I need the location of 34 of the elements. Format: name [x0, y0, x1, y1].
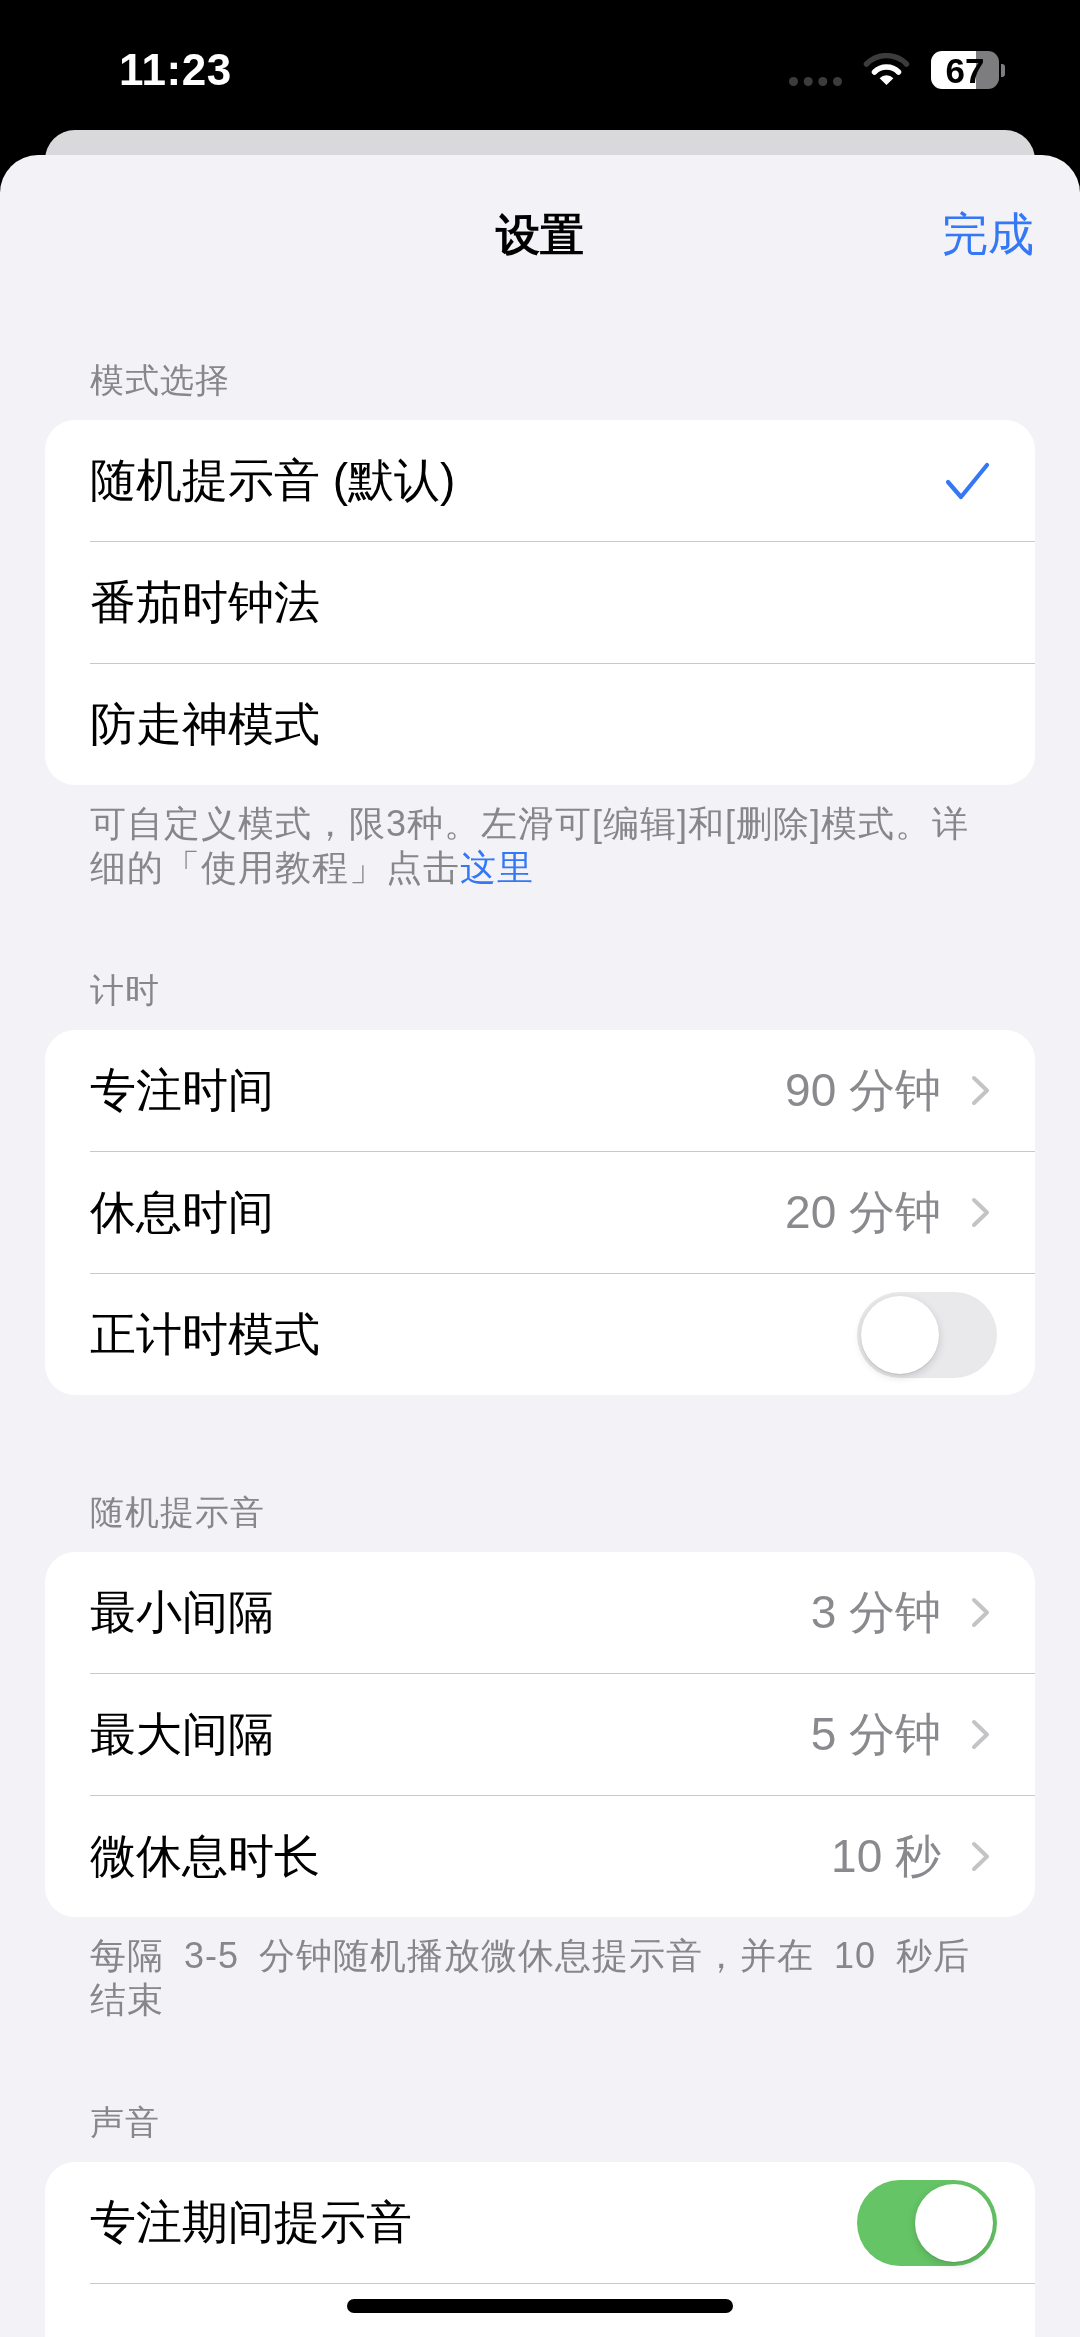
section-header: 计时	[89, 970, 161, 1011]
chevron-icon	[971, 1841, 990, 1872]
tutorial-link[interactable]: 这里	[460, 847, 534, 888]
section-header: 模式选择	[89, 360, 231, 401]
setting-label: 微休息时长	[90, 1828, 320, 1884]
mode-option[interactable]: 番茄时钟法	[90, 541, 1035, 663]
chevron-icon	[971, 1597, 990, 1628]
setting-value[interactable]: 3 分钟	[810, 1584, 941, 1641]
checkmark-icon	[945, 461, 990, 500]
wifi-icon	[863, 52, 910, 86]
mode-option[interactable]: 随机提示音 (默认)	[90, 420, 1035, 541]
chevron-icon	[971, 1719, 990, 1750]
setting-label: 专注时间	[90, 1062, 274, 1118]
sheet-title: 设置	[496, 208, 584, 261]
setting-label: 休息时间	[90, 1184, 274, 1240]
signal-icon	[789, 76, 842, 86]
mode-option[interactable]: 防走神模式	[90, 663, 1035, 785]
setting-label: 最大间隔	[90, 1706, 274, 1762]
setting-value[interactable]: 10 秒	[831, 1828, 941, 1885]
section-header: 声音	[89, 2102, 161, 2143]
setting-value[interactable]: 20 分钟	[785, 1184, 941, 1241]
setting-label: 最小间隔	[90, 1584, 274, 1640]
setting-label: 正计时模式	[90, 1306, 320, 1362]
setting-label: 专注期间提示音	[90, 2194, 412, 2250]
section-footer: 每隔 3-5 分钟随机播放微休息提示音，并在 10 秒后结束	[0, 1917, 1080, 2022]
chevron-icon	[971, 1197, 990, 1228]
chevron-icon	[971, 1075, 990, 1106]
battery-indicator: 67	[931, 51, 1005, 89]
done-button[interactable]: 完成	[942, 207, 1034, 263]
section-header: 随机提示音	[89, 1492, 266, 1533]
section-footer: 可自定义模式，限3种。左滑可[编辑]和[删除]模式。详细的「使用教程」点击这里	[0, 785, 1080, 890]
setting-value[interactable]: 90 分钟	[785, 1062, 941, 1119]
status-time: 11:23	[119, 48, 232, 92]
setting-value[interactable]: 5 分钟	[810, 1706, 941, 1763]
